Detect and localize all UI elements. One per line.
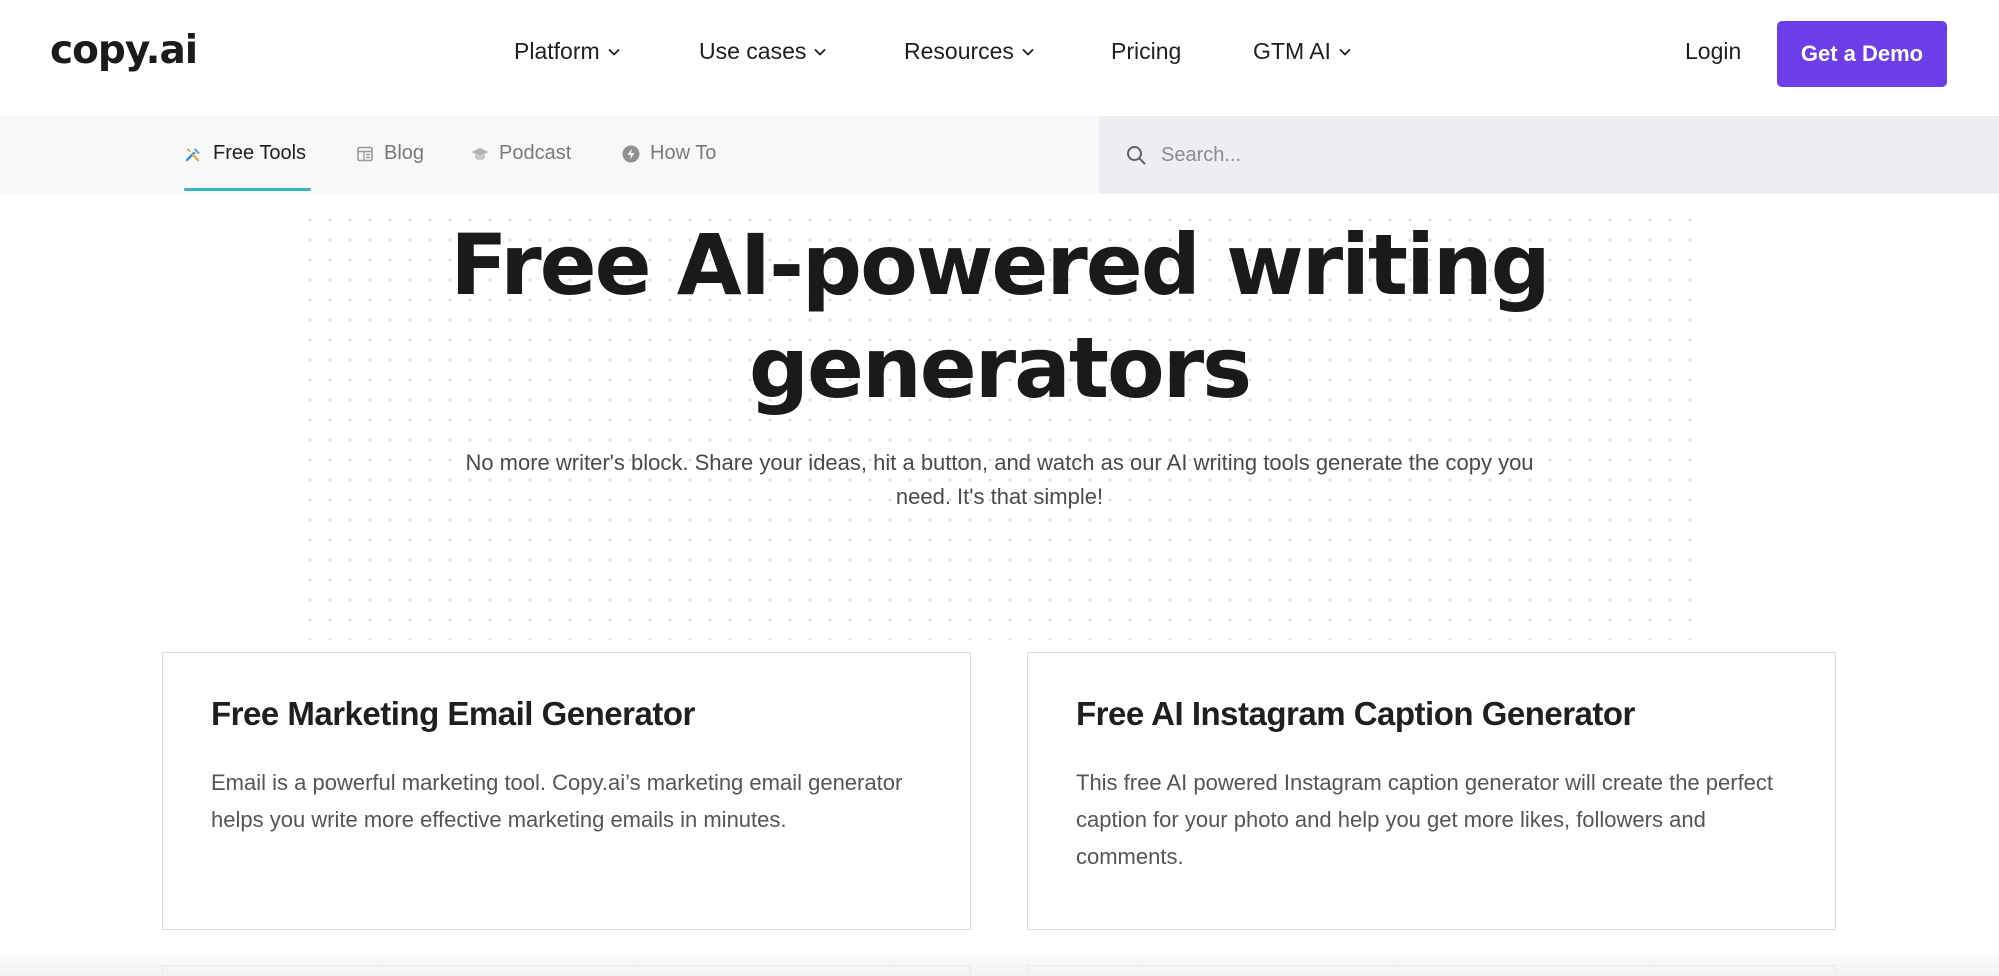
top-header: copy.ai Platform Use cases Resources Pri… [0, 0, 1999, 114]
tools-icon [184, 144, 204, 164]
search-box[interactable] [1099, 116, 1999, 194]
tab-free-tools-label: Free Tools [213, 142, 307, 164]
chevron-down-icon [812, 44, 828, 60]
search-input[interactable] [1161, 136, 1941, 174]
tool-card-title: Free Marketing Email Generator [211, 695, 695, 732]
bottom-fade [0, 948, 1999, 976]
search-icon [1125, 144, 1147, 166]
page-subtitle-line-2: need. It's that simple! [895, 484, 1104, 509]
tab-free-tools[interactable]: Free Tools [184, 142, 306, 165]
tab-blog-label: Blog [384, 142, 425, 164]
page-title-line-2: generators [748, 319, 1252, 417]
podcast-icon [470, 144, 490, 164]
copyai-logo[interactable]: copy.ai [50, 28, 198, 73]
get-a-demo-button[interactable]: Get a Demo [1777, 21, 1947, 87]
tool-card-instagram-caption[interactable]: Free AI Instagram Caption Generator This… [1027, 652, 1836, 930]
nav-resources[interactable]: Resources [904, 38, 1036, 65]
chevron-down-icon [606, 44, 622, 60]
active-tab-indicator [184, 188, 311, 191]
tab-podcast-label: Podcast [499, 142, 572, 164]
nav-resources-label: Resources [904, 38, 1014, 64]
nav-use-cases[interactable]: Use cases [699, 38, 828, 65]
tool-card-description: This free AI powered Instagram caption g… [1076, 770, 1774, 869]
chevron-down-icon [1337, 44, 1353, 60]
how-to-icon [621, 144, 641, 164]
tab-blog[interactable]: Blog [355, 142, 424, 165]
login-link[interactable]: Login [1685, 38, 1741, 65]
tab-podcast[interactable]: Podcast [470, 142, 571, 165]
tab-how-to[interactable]: How To [621, 142, 716, 165]
nav-platform-label: Platform [514, 38, 600, 64]
nav-pricing-label: Pricing [1111, 38, 1182, 64]
nav-platform[interactable]: Platform [514, 38, 622, 65]
tab-how-to-label: How To [650, 142, 717, 164]
tool-card-title: Free AI Instagram Caption Generator [1076, 695, 1635, 732]
page-subtitle-line-1: No more writer's block. Share your ideas… [465, 450, 1534, 475]
nav-gtm-ai[interactable]: GTM AI [1253, 38, 1353, 65]
blog-icon [355, 144, 375, 164]
page-title: Free AI-powered writing generators [0, 214, 1999, 420]
tool-card-description: Email is a powerful marketing tool. Copy… [211, 770, 903, 832]
page-title-line-1: Free AI-powered writing [450, 216, 1551, 314]
tool-card-marketing-email[interactable]: Free Marketing Email Generator Email is … [162, 652, 971, 930]
nav-use-cases-label: Use cases [699, 38, 807, 64]
nav-pricing[interactable]: Pricing [1111, 38, 1181, 65]
nav-gtm-ai-label: GTM AI [1253, 38, 1331, 64]
chevron-down-icon [1020, 44, 1036, 60]
page-subtitle: No more writer's block. Share your ideas… [400, 446, 1599, 514]
